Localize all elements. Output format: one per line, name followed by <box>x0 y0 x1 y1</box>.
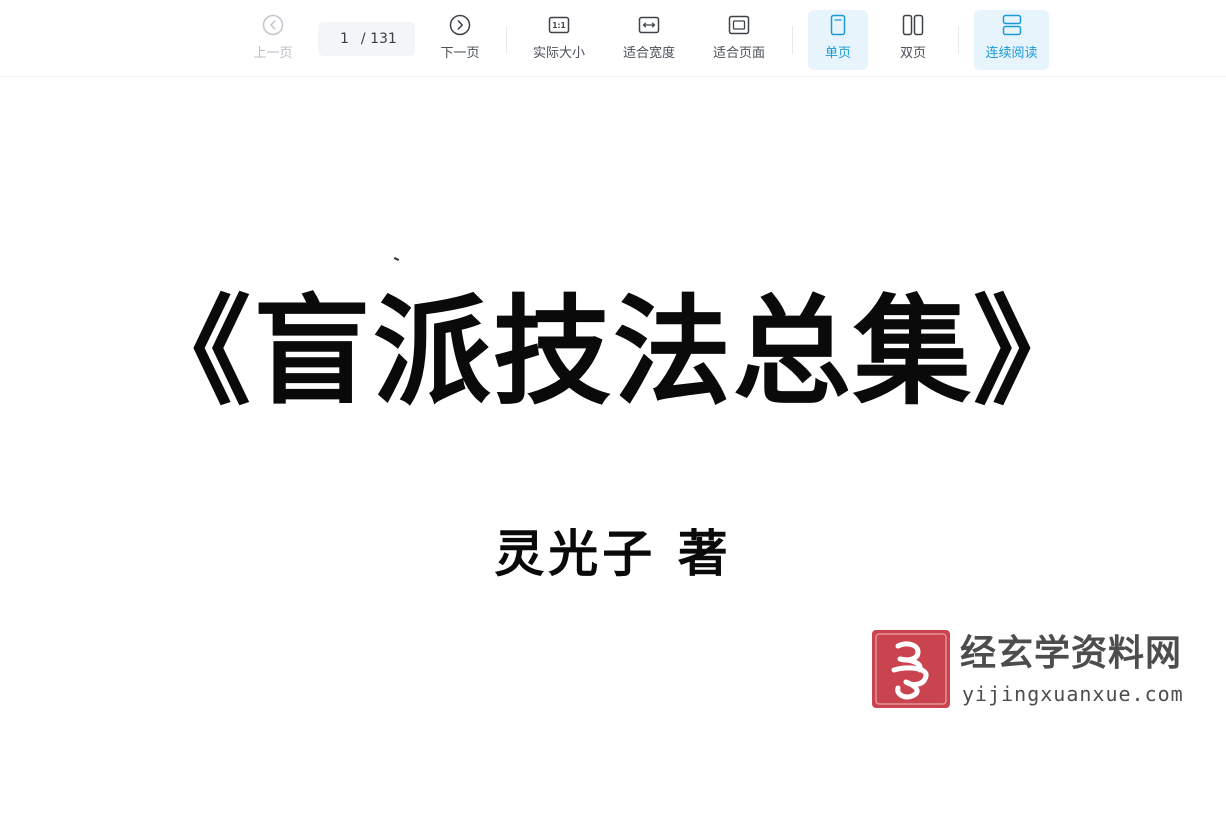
double-page-icon <box>902 14 924 36</box>
scan-speck <box>393 257 400 261</box>
chevron-right-circle-icon <box>449 14 471 36</box>
toolbar-divider <box>506 26 507 54</box>
fit-width-button[interactable]: 适合宽度 <box>614 10 684 70</box>
svg-text:1:1: 1:1 <box>552 21 565 30</box>
double-page-button[interactable]: 双页 <box>884 10 942 70</box>
current-page-value: 1 <box>340 31 349 47</box>
actual-size-button[interactable]: 1:1 实际大小 <box>524 10 594 70</box>
actual-size-icon: 1:1 <box>548 16 570 34</box>
next-page-label: 下一页 <box>440 46 480 61</box>
continuous-scroll-icon <box>1002 14 1021 36</box>
book-title: 《盲派技法总集》 <box>132 282 1093 421</box>
single-page-icon <box>830 14 846 36</box>
chevron-left-circle-icon <box>262 14 284 36</box>
yi-seal-icon <box>875 633 947 705</box>
actual-size-label: 实际大小 <box>532 46 585 61</box>
toolbar-divider <box>792 26 793 54</box>
single-page-button[interactable]: 单页 <box>808 10 868 70</box>
continuous-reading-button[interactable]: 连续阅读 <box>974 10 1049 70</box>
double-page-label: 双页 <box>899 46 926 61</box>
toolbar-divider <box>958 26 959 54</box>
viewer-toolbar: 上一页 1 / 131 下一页 1:1 实际大小 适合宽度 适合页面 单页 双页… <box>0 0 1226 77</box>
site-logo <box>872 630 950 708</box>
fit-page-button[interactable]: 适合页面 <box>704 10 774 70</box>
fit-width-label: 适合宽度 <box>622 46 675 61</box>
single-page-label: 单页 <box>824 46 851 61</box>
book-author: 灵光子 著 <box>494 524 732 583</box>
continuous-reading-label: 连续阅读 <box>985 46 1038 61</box>
prev-page-button[interactable]: 上一页 <box>244 10 302 70</box>
fit-page-label: 适合页面 <box>712 46 765 61</box>
prev-page-label: 上一页 <box>253 46 293 61</box>
page-number-input[interactable]: 1 / 131 <box>318 22 415 56</box>
total-pages-label: / 131 <box>360 31 397 47</box>
site-url: yijingxuanxue.com <box>962 682 1184 706</box>
next-page-button[interactable]: 下一页 <box>431 10 489 70</box>
site-name: 经玄学资料网 <box>960 633 1183 674</box>
site-watermark: 经玄学资料网 yijingxuanxue.com <box>872 630 1202 714</box>
fit-width-icon <box>638 16 660 34</box>
fit-page-icon <box>728 15 750 35</box>
